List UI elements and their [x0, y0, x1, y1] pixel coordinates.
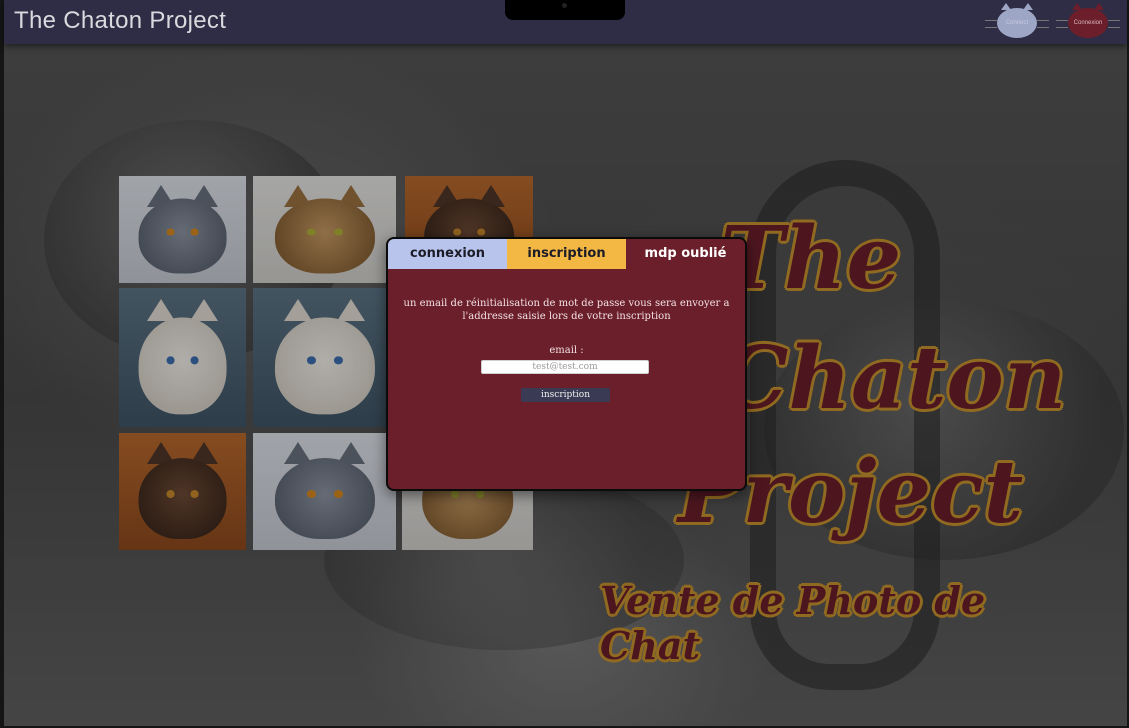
logo-line-chaton: Chaton	[720, 328, 1067, 429]
connexion-button[interactable]: Connexion	[1056, 3, 1120, 38]
auth-tabs: connexion inscription mdp oublié	[388, 239, 745, 269]
auth-modal: connexion inscription mdp oublié un emai…	[386, 237, 747, 491]
tab-mdp-oublie[interactable]: mdp oublié	[626, 239, 745, 269]
connect-button[interactable]: Connect	[985, 3, 1049, 38]
gallery-photo-white-kitten[interactable]	[253, 288, 396, 427]
connexion-button-label: Connexion	[1073, 20, 1103, 26]
gallery-photo-brown-kitten[interactable]	[119, 433, 246, 550]
logo-subtitle: Vente de Photo de Chat	[600, 578, 986, 668]
gallery-photo-bengal-kitten[interactable]	[253, 176, 396, 283]
tab-inscription[interactable]: inscription	[507, 239, 626, 269]
cat-ear-icon	[1001, 3, 1011, 10]
reset-password-message: un email de réinitialisation de mot de p…	[403, 298, 730, 322]
connect-button-label: Connect	[1005, 20, 1029, 26]
cat-ear-icon	[1094, 3, 1104, 10]
gallery-photo-grey-kitten[interactable]	[119, 176, 246, 283]
gallery-photo-white-kitten[interactable]	[119, 288, 246, 427]
camera-notch	[505, 0, 625, 20]
camera-icon	[562, 3, 567, 8]
whiskers-icon	[1056, 20, 1068, 28]
submit-button[interactable]: inscription	[521, 388, 610, 402]
whiskers-icon	[985, 20, 997, 28]
whiskers-icon	[1037, 20, 1049, 28]
top-header: The Chaton Project Connect Connexion	[4, 0, 1127, 44]
email-field[interactable]	[481, 360, 649, 374]
site-title: The Chaton Project	[14, 7, 227, 34]
tab-connexion[interactable]: connexion	[388, 239, 507, 269]
gallery-photo-grey-kitten[interactable]	[253, 433, 396, 550]
email-label: email :	[549, 345, 584, 356]
cat-ear-icon	[1072, 3, 1082, 10]
logo-line-the: The	[720, 208, 902, 309]
cat-ear-icon	[1023, 3, 1033, 10]
whiskers-icon	[1108, 20, 1120, 28]
